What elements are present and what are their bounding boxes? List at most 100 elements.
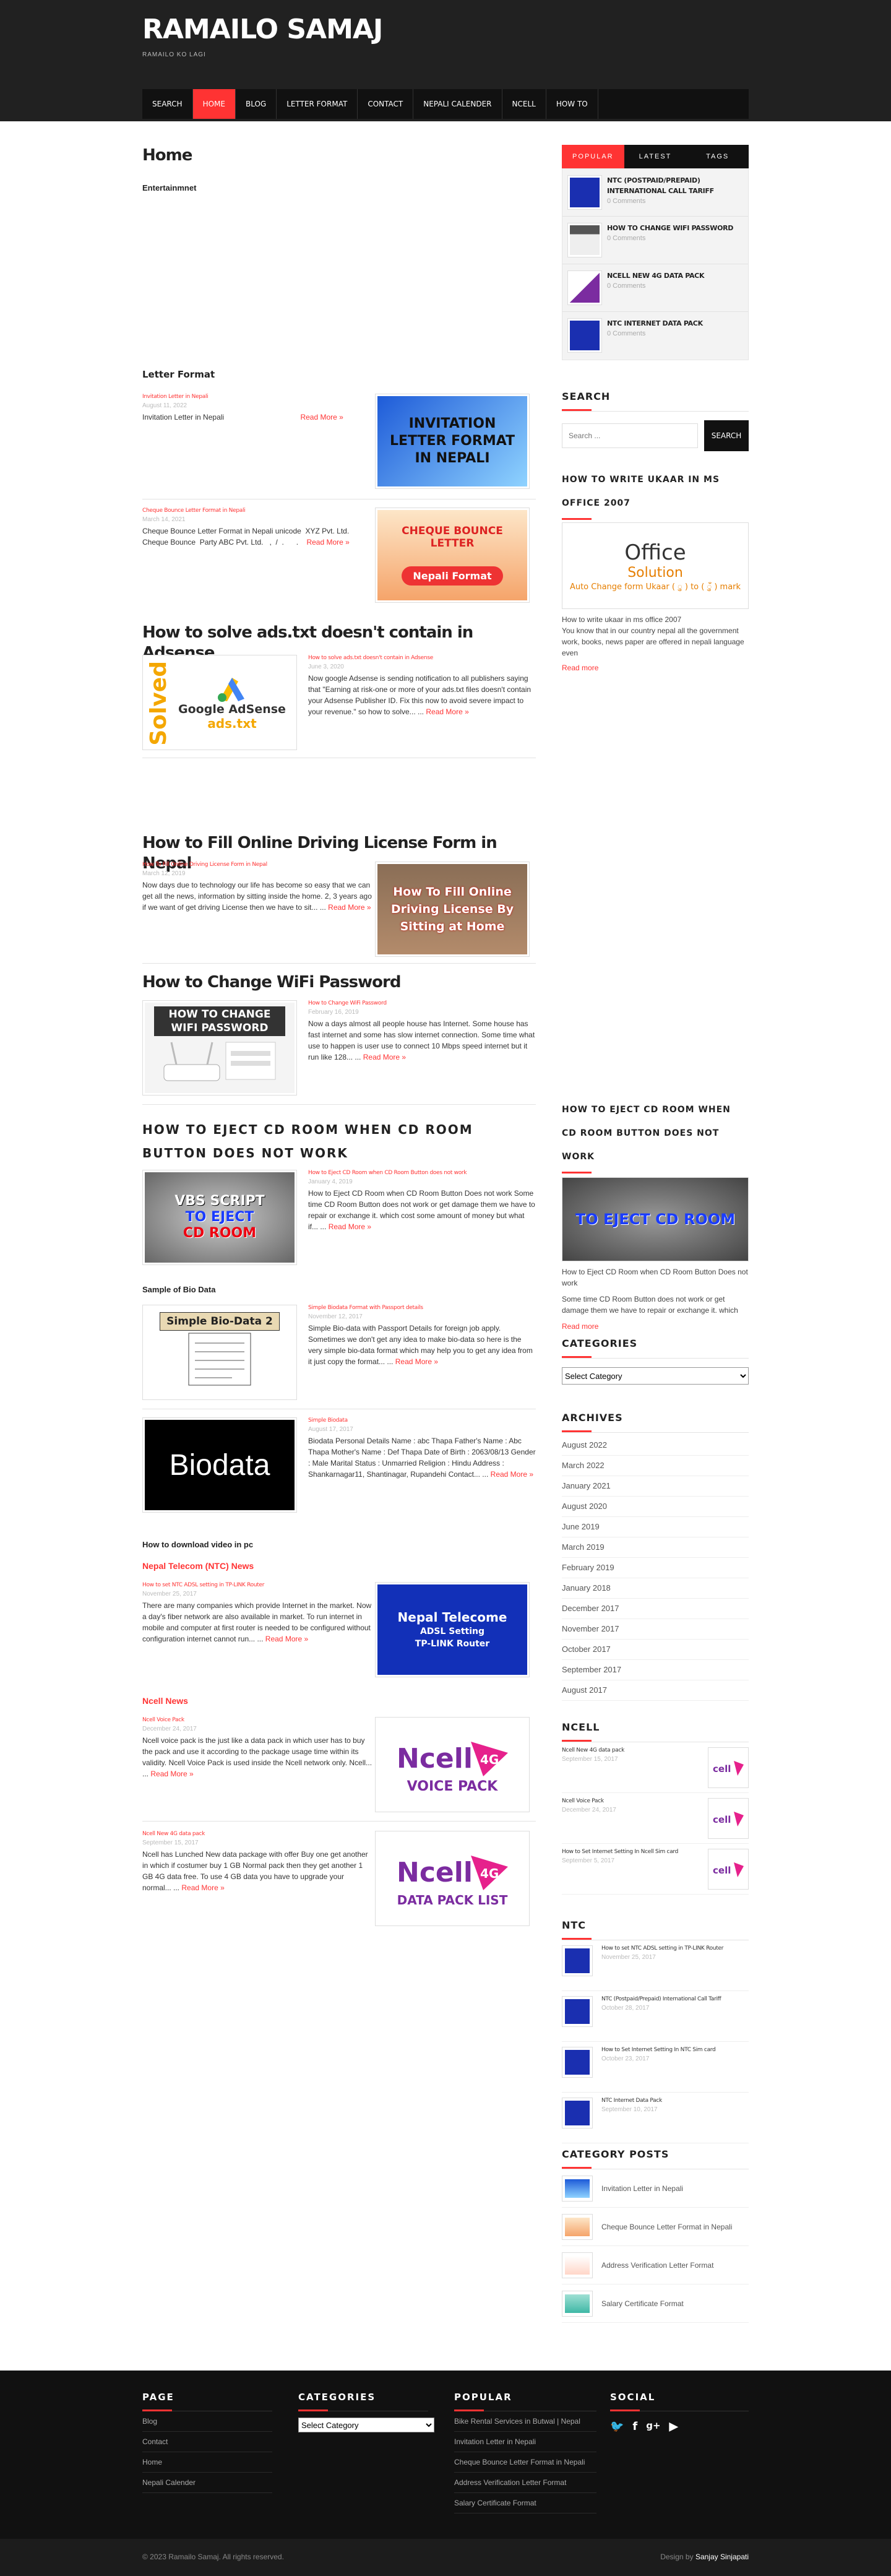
post-thumbnail[interactable]: Ncell 4G DATA PACK LIST xyxy=(375,1831,530,1926)
read-more-link[interactable]: Read More » xyxy=(306,538,349,547)
post-title[interactable]: Ncell New 4G data pack xyxy=(142,1831,372,1837)
search-button[interactable]: SEARCH xyxy=(704,420,749,452)
section-heading-wifi[interactable]: How to Change WiFi Password xyxy=(142,972,536,993)
read-more-link[interactable]: Read More » xyxy=(329,1222,371,1231)
archive-item[interactable]: March 2019 xyxy=(562,1537,749,1558)
list-item[interactable]: How to set NTC ADSL setting in TP-LINK R… xyxy=(562,1940,749,1992)
post-thumbnail[interactable]: VBS SCRIPT TO EJECT CD ROOM xyxy=(142,1170,297,1265)
list-item[interactable]: NCELL NEW 4G DATA PACK 0 Comments xyxy=(562,264,748,312)
post-thumbnail[interactable]: CHEQUE BOUNCE LETTER Nepali Format xyxy=(375,508,530,603)
post-title[interactable]: Cheque Bounce Letter Format in Nepali xyxy=(142,508,372,514)
post-title[interactable]: How to solve ads.txt doesn't contain in … xyxy=(308,655,536,661)
read-more-link[interactable]: Read More » xyxy=(363,1053,406,1061)
post-thumbnail[interactable]: Biodata xyxy=(142,1417,297,1513)
footer-link[interactable]: Blog xyxy=(142,2411,272,2432)
list-item[interactable]: NTC (POSTPAID/PREPAID) INTERNATIONAL CAL… xyxy=(562,169,748,217)
read-more-link[interactable]: Read More » xyxy=(395,1357,438,1366)
read-more-link[interactable]: Read More » xyxy=(491,1470,533,1479)
post-thumbnail[interactable]: Nepal Telecome ADSL Setting TP-LINK Rout… xyxy=(375,1582,530,1677)
list-item[interactable]: NTC INTERNET DATA PACK 0 Comments xyxy=(562,312,748,360)
list-item[interactable]: How to Set Internet Setting In NTC Sim c… xyxy=(562,2042,749,2093)
read-more-link[interactable]: Read More » xyxy=(426,707,468,716)
archive-item[interactable]: November 2017 xyxy=(562,1619,749,1640)
footer-link[interactable]: Nepali Calender xyxy=(142,2473,272,2493)
read-more-link[interactable]: Read More » xyxy=(300,413,343,421)
post-title[interactable]: Invitation Letter in Nepali xyxy=(142,394,372,400)
post-thumbnail[interactable]: INVITATION LETTER FORMAT IN NEPALI xyxy=(375,394,530,489)
post-thumbnail[interactable]: Simple Bio-Data 2 xyxy=(142,1305,297,1400)
post-title[interactable]: How To Fill Online Driving License Form … xyxy=(142,862,372,868)
list-item[interactable]: Ncell New 4G data pack September 15, 2017… xyxy=(562,1742,749,1794)
footer-link[interactable]: Home xyxy=(142,2452,272,2473)
archive-item[interactable]: August 2022 xyxy=(562,1435,749,1456)
nav-how-to[interactable]: HOW TO xyxy=(546,89,598,119)
nav-home[interactable]: HOME xyxy=(192,89,236,119)
nav-nepali-calender[interactable]: NEPALI CALENDER xyxy=(413,89,502,119)
footer-link[interactable]: Bike Rental Services in Butwal | Nepal xyxy=(454,2411,596,2432)
list-item[interactable]: Address Verification Letter Format xyxy=(562,2246,749,2285)
post-thumbnail[interactable]: How To Fill Online Driving License By Si… xyxy=(375,862,530,957)
read-more-link[interactable]: Read More » xyxy=(150,1770,193,1778)
category-select[interactable]: Select Category xyxy=(562,1367,749,1385)
search-input[interactable] xyxy=(562,423,698,449)
footer-category-select[interactable]: Select Category xyxy=(298,2418,434,2432)
post-title[interactable]: Ncell Voice Pack xyxy=(142,1717,372,1723)
list-item[interactable]: Ncell Voice Pack December 24, 2017 cell xyxy=(562,1793,749,1844)
twitter-icon[interactable]: 🐦 xyxy=(610,2420,624,2433)
nav-search[interactable]: SEARCH xyxy=(142,89,193,119)
list-item[interactable]: Cheque Bounce Letter Format in Nepali xyxy=(562,2208,749,2247)
read-more-link[interactable]: Read more xyxy=(562,663,749,672)
list-item[interactable]: NTC Internet Data Pack September 10, 2017 xyxy=(562,2093,749,2144)
archive-item[interactable]: March 2022 xyxy=(562,1456,749,1477)
nav-blog[interactable]: BLOG xyxy=(236,89,277,119)
post-title[interactable]: How to Change WiFi Password xyxy=(308,1000,536,1006)
cdroom-image[interactable]: TO EJECT CD ROOM xyxy=(562,1177,749,1261)
archive-item[interactable]: January 2018 xyxy=(562,1578,749,1599)
post-title[interactable]: Simple Biodata Format with Passport deta… xyxy=(308,1305,536,1311)
archive-item[interactable]: August 2017 xyxy=(562,1680,749,1701)
tab-latest[interactable]: LATEST xyxy=(624,145,687,168)
archive-item[interactable]: January 2021 xyxy=(562,1476,749,1497)
footer-categories: CATEGORIES Select Category xyxy=(298,2389,434,2432)
list-item[interactable]: NTC (Postpaid/Prepaid) International Cal… xyxy=(562,1991,749,2042)
section-heading-cdroom[interactable]: HOW TO EJECT CD ROOM WHEN CD ROOM BUTTON… xyxy=(142,1118,489,1165)
post-thumbnail[interactable]: Ncell 4G VOICE PACK xyxy=(375,1717,530,1812)
read-more-link[interactable]: Read More » xyxy=(328,903,371,912)
archive-item[interactable]: February 2019 xyxy=(562,1558,749,1579)
post-thumbnail[interactable]: HOW TO CHANGE WIFI PASSWORD xyxy=(142,1000,297,1096)
footer-link[interactable]: Address Verification Letter Format xyxy=(454,2473,596,2493)
post-title[interactable]: Simple Biodata xyxy=(308,1417,536,1424)
archive-item[interactable]: September 2017 xyxy=(562,1660,749,1681)
archive-item[interactable]: August 2020 xyxy=(562,1497,749,1518)
nav-contact[interactable]: CONTACT xyxy=(358,89,414,119)
list-item[interactable]: Invitation Letter in Nepali xyxy=(562,2169,749,2208)
post-thumbnail[interactable]: Solved Google AdSense ads.txt xyxy=(142,655,297,750)
list-item[interactable]: HOW TO CHANGE WIFI PASSWORD 0 Comments xyxy=(562,217,748,264)
cdroom-heading[interactable]: HOW TO EJECT CD ROOM WHEN CD ROOM BUTTON… xyxy=(562,1098,749,1173)
archive-item[interactable]: October 2017 xyxy=(562,1640,749,1661)
nav-ncell[interactable]: NCELL xyxy=(502,89,546,119)
youtube-icon[interactable]: ▶ xyxy=(669,2420,678,2433)
read-more-link[interactable]: Read More » xyxy=(265,1635,308,1643)
archive-item[interactable]: June 2019 xyxy=(562,1517,749,1538)
list-item[interactable]: Salary Certificate Format xyxy=(562,2284,749,2323)
nav-letter-format[interactable]: LETTER FORMAT xyxy=(277,89,358,119)
ukaar-heading[interactable]: HOW TO WRITE UKAAR IN MS OFFICE 2007 xyxy=(562,468,749,520)
facebook-icon[interactable]: f xyxy=(632,2420,637,2433)
site-title[interactable]: RAMAILO SAMAJ xyxy=(142,14,383,45)
footer-link[interactable]: Salary Certificate Format xyxy=(454,2493,596,2513)
footer-link[interactable]: Contact xyxy=(142,2432,272,2452)
post-title[interactable]: How to set NTC ADSL setting in TP-LINK R… xyxy=(142,1582,372,1588)
tab-popular[interactable]: POPULAR xyxy=(562,145,624,168)
read-more-link[interactable]: Read more xyxy=(562,1322,749,1331)
read-more-link[interactable]: Read More » xyxy=(181,1883,224,1892)
list-item[interactable]: How to Set Internet Setting In Ncell Sim… xyxy=(562,1844,749,1895)
tab-tags[interactable]: TAGS xyxy=(686,145,749,168)
archive-item[interactable]: December 2017 xyxy=(562,1599,749,1620)
footer-link[interactable]: Cheque Bounce Letter Format in Nepali xyxy=(454,2452,596,2473)
footer-link[interactable]: Invitation Letter in Nepali xyxy=(454,2432,596,2452)
google-plus-icon[interactable]: g+ xyxy=(646,2420,660,2433)
ukaar-image[interactable]: Office Solution Auto Change form Ukaar (… xyxy=(562,522,749,609)
designer-link[interactable]: Sanjay Sinjapati xyxy=(695,2552,749,2561)
post-title[interactable]: How to Eject CD Room when CD Room Button… xyxy=(308,1170,536,1176)
